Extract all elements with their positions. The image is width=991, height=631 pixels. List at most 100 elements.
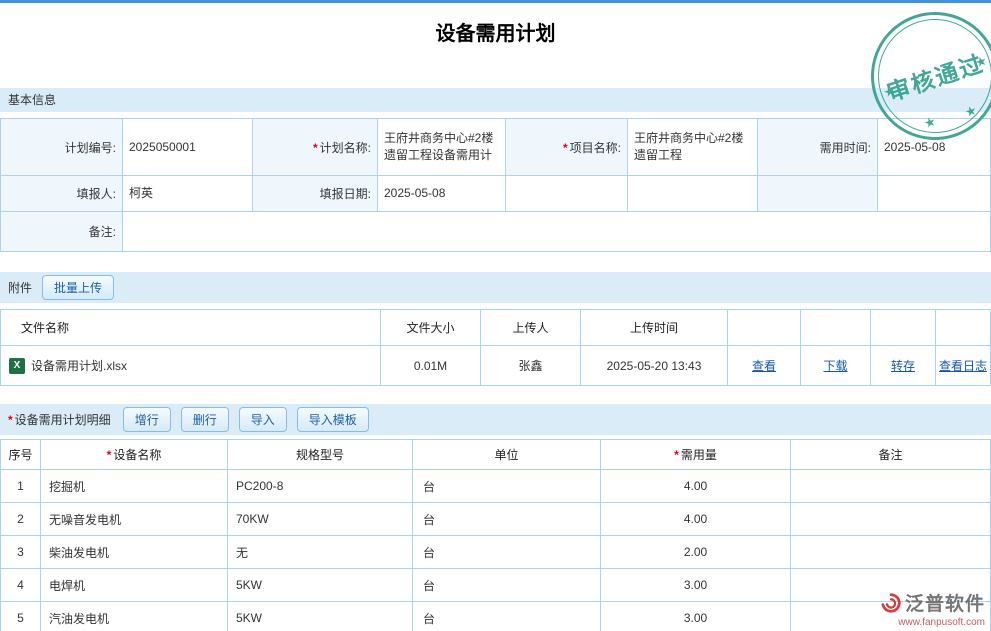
project-name-value: 王府井商务中心#2楼遗留工程 <box>628 119 758 176</box>
empty-cell <box>506 176 628 212</box>
excel-file-icon: X <box>9 358 25 374</box>
col-uploader: 上传人 <box>481 310 581 346</box>
transfer-link[interactable]: 转存 <box>891 359 915 373</box>
plan-name-label: *计划名称: <box>253 119 378 176</box>
table-row: 填报人: 柯英 填报日期: 2025-05-08 <box>1 176 991 212</box>
basic-info-title: 基本信息 <box>8 93 56 107</box>
import-template-button[interactable]: 导入模板 <box>297 407 369 432</box>
section-details-header: *设备需用计划明细 增行 删行 导入 导入模板 <box>0 404 991 435</box>
empty-cell <box>758 176 878 212</box>
col-actions <box>801 310 871 346</box>
batch-upload-button[interactable]: 批量上传 <box>42 275 114 300</box>
cell-remark[interactable] <box>791 536 991 569</box>
basic-info-table: 计划编号: 2025050001 *计划名称: 王府井商务中心#2楼遗留工程设备… <box>0 118 991 252</box>
view-log-link[interactable]: 查看日志 <box>939 359 987 373</box>
col-actions <box>936 310 991 346</box>
cell-unit[interactable]: 台 <box>413 569 601 602</box>
project-name-label: *项目名称: <box>506 119 628 176</box>
remark-label: 备注: <box>1 212 123 252</box>
table-row: 计划编号: 2025050001 *计划名称: 王府井商务中心#2楼遗留工程设备… <box>1 119 991 176</box>
table-row: 3 柴油发电机 无 台 2.00 <box>1 536 991 569</box>
cell-quantity[interactable]: 3.00 <box>601 569 791 602</box>
col-file-size: 文件大小 <box>381 310 481 346</box>
fanpu-swirl-icon <box>880 592 902 614</box>
table-row: 2 无噪音发电机 70KW 台 4.00 <box>1 503 991 536</box>
file-name: 设备需用计划.xlsx <box>31 357 127 374</box>
attachments-table: 文件名称 文件大小 上传人 上传时间 X 设备需用计划.xlsx 0.01M 张… <box>0 309 991 386</box>
cell-device-name[interactable]: 无噪音发电机 <box>41 503 228 536</box>
cell-spec-model[interactable]: 5KW <box>228 569 413 602</box>
required-marker: * <box>313 141 318 155</box>
cell-index: 3 <box>1 536 41 569</box>
cell-device-name[interactable]: 挖掘机 <box>41 470 228 503</box>
view-link[interactable]: 查看 <box>752 359 776 373</box>
cell-quantity[interactable]: 2.00 <box>601 536 791 569</box>
download-link[interactable]: 下载 <box>823 359 847 373</box>
cell-remark[interactable] <box>791 503 991 536</box>
cell-spec-model[interactable]: PC200-8 <box>228 470 413 503</box>
plan-name-value: 王府井商务中心#2楼遗留工程设备需用计 <box>378 119 506 176</box>
table-row: 4 电焊机 5KW 台 3.00 <box>1 569 991 602</box>
required-marker: * <box>107 448 112 462</box>
required-marker: * <box>8 413 13 427</box>
section-attachments-header: 附件 批量上传 <box>0 272 991 303</box>
cell-quantity[interactable]: 3.00 <box>601 602 791 631</box>
file-upload-time: 2025-05-20 13:43 <box>581 346 728 386</box>
cell-quantity[interactable]: 4.00 <box>601 470 791 503</box>
col-device-name: *设备名称 <box>41 440 228 470</box>
cell-unit[interactable]: 台 <box>413 536 601 569</box>
table-header-row: 序号 *设备名称 规格型号 单位 *需用量 备注 <box>1 440 991 470</box>
table-row: 1 挖掘机 PC200-8 台 4.00 <box>1 470 991 503</box>
report-date-label: 填报日期: <box>253 176 378 212</box>
details-title: *设备需用计划明细 <box>8 411 111 428</box>
need-time-value: 2025-05-08 <box>878 119 991 176</box>
vendor-watermark: 泛普软件 www.fanpusoft.com <box>880 589 985 628</box>
col-remark: 备注 <box>791 440 991 470</box>
attachments-title: 附件 <box>8 279 32 296</box>
col-actions <box>728 310 801 346</box>
import-button[interactable]: 导入 <box>239 407 287 432</box>
empty-cell <box>878 176 991 212</box>
cell-quantity[interactable]: 4.00 <box>601 503 791 536</box>
details-table: 序号 *设备名称 规格型号 单位 *需用量 备注 1 挖掘机 PC200-8 台… <box>0 439 991 631</box>
table-row: 5 汽油发电机 5KW 台 3.00 <box>1 602 991 631</box>
col-file-name: 文件名称 <box>1 310 381 346</box>
col-quantity: *需用量 <box>601 440 791 470</box>
col-spec-model: 规格型号 <box>228 440 413 470</box>
remark-value <box>123 212 991 252</box>
attachment-row: X 设备需用计划.xlsx 0.01M 张鑫 2025-05-20 13:43 … <box>1 346 991 386</box>
cell-index: 4 <box>1 569 41 602</box>
file-uploader: 张鑫 <box>481 346 581 386</box>
table-header-row: 文件名称 文件大小 上传人 上传时间 <box>1 310 991 346</box>
cell-spec-model[interactable]: 无 <box>228 536 413 569</box>
empty-cell <box>628 176 758 212</box>
cell-device-name[interactable]: 柴油发电机 <box>41 536 228 569</box>
cell-unit[interactable]: 台 <box>413 470 601 503</box>
cell-spec-model[interactable]: 70KW <box>228 503 413 536</box>
table-row: 备注: <box>1 212 991 252</box>
delete-row-button[interactable]: 删行 <box>181 407 229 432</box>
cell-index: 5 <box>1 602 41 631</box>
cell-unit[interactable]: 台 <box>413 503 601 536</box>
top-accent-bar <box>0 0 991 3</box>
page-title: 设备需用计划 <box>0 20 991 48</box>
action-cell: 查看 <box>728 346 801 386</box>
cell-index: 2 <box>1 503 41 536</box>
reporter-value: 柯英 <box>123 176 253 212</box>
col-index: 序号 <box>1 440 41 470</box>
cell-unit[interactable]: 台 <box>413 602 601 631</box>
col-actions <box>871 310 936 346</box>
add-row-button[interactable]: 增行 <box>123 407 171 432</box>
plan-no-label: 计划编号: <box>1 119 123 176</box>
vendor-brand-name: 泛普软件 <box>905 589 985 616</box>
file-name-cell: X 设备需用计划.xlsx <box>1 346 381 386</box>
required-marker: * <box>563 141 568 155</box>
cell-remark[interactable] <box>791 470 991 503</box>
need-time-label: 需用时间: <box>758 119 878 176</box>
plan-no-value: 2025050001 <box>123 119 253 176</box>
cell-device-name[interactable]: 电焊机 <box>41 569 228 602</box>
col-unit: 单位 <box>413 440 601 470</box>
cell-device-name[interactable]: 汽油发电机 <box>41 602 228 631</box>
action-cell: 下载 <box>801 346 871 386</box>
cell-spec-model[interactable]: 5KW <box>228 602 413 631</box>
